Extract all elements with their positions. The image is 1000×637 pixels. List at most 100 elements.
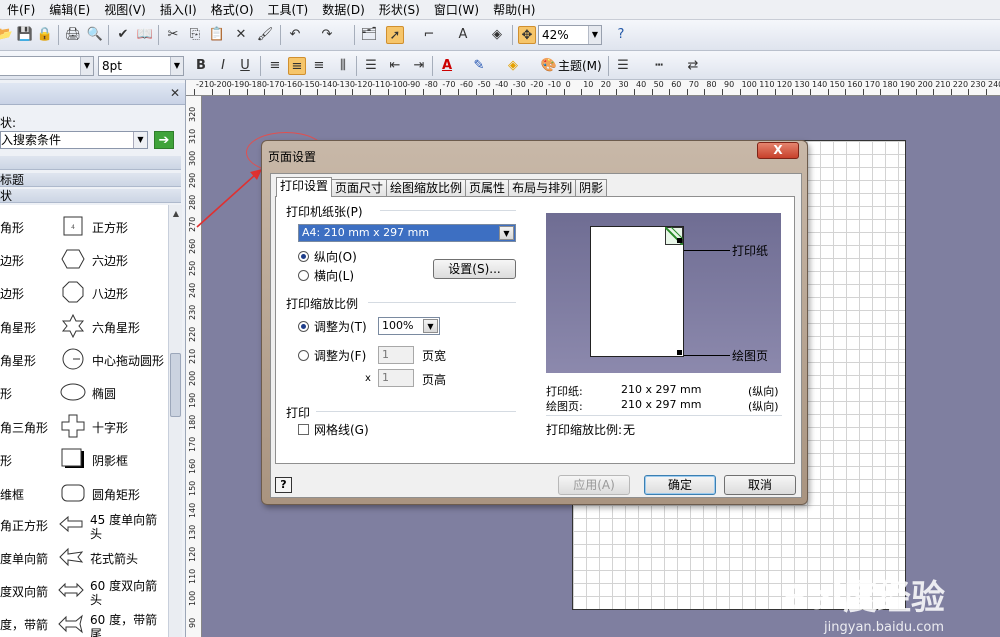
shape-right-label[interactable]: 60 度双向箭头 [90, 579, 160, 607]
fit-to-radio[interactable] [298, 350, 309, 361]
fit-height-input[interactable]: 1 [378, 369, 414, 387]
dialog-close-button[interactable]: X [757, 142, 799, 159]
fill-color-icon[interactable]: ◈ [504, 57, 522, 75]
single-arrow-icon[interactable] [58, 511, 84, 537]
cross-icon[interactable] [60, 413, 86, 439]
shapes-icon[interactable]: 🗂 [360, 26, 378, 44]
paste-icon[interactable]: 📋 [208, 26, 226, 44]
shapes-scrollbar[interactable]: ▲ [168, 205, 182, 637]
portrait-label[interactable]: 纵向(O) [314, 248, 357, 265]
print-icon[interactable]: 🖨 [64, 26, 82, 44]
shape-left-label[interactable]: 边形 [0, 254, 24, 268]
shape-left-label[interactable]: 形 [0, 454, 12, 468]
chevron-down-icon[interactable]: ▼ [133, 132, 147, 148]
center-drag-circle-icon[interactable] [60, 346, 86, 372]
line-ends-icon[interactable]: ⇄ [684, 57, 702, 75]
zoom-dropdown[interactable]: 42% ▼ [538, 25, 602, 45]
tab-print-setup[interactable]: 打印设置 [276, 177, 333, 197]
format-painter-icon[interactable]: 🖌 [256, 26, 274, 44]
increase-indent-icon[interactable]: ⇥ [410, 57, 428, 75]
cut-icon[interactable]: ✂ [164, 26, 182, 44]
tab-shadows[interactable]: 阴影 [575, 179, 608, 197]
stencil-title-bar[interactable]: 标题 [0, 173, 181, 187]
double-arrow-icon[interactable] [58, 577, 84, 603]
scroll-up-icon[interactable]: ▲ [169, 207, 183, 221]
open-icon[interactable]: 📂 [0, 26, 14, 44]
shape-right-label[interactable]: 十字形 [92, 421, 128, 435]
print-preview-icon[interactable]: 🔍 [86, 26, 104, 44]
text-tool-icon[interactable]: A [454, 26, 472, 44]
bullets-icon[interactable]: ☰ [362, 57, 380, 75]
landscape-radio[interactable] [298, 270, 309, 281]
shape-right-label[interactable]: 六边形 [92, 254, 128, 268]
tab-layout-routing[interactable]: 布局与排列 [508, 179, 577, 197]
menu-item[interactable]: 格式(O) [204, 0, 261, 20]
shape-left-label[interactable]: 度双向箭 [0, 585, 48, 599]
shadow-box-icon[interactable] [60, 446, 86, 472]
font-size-dropdown[interactable]: 8pt ▼ [98, 56, 184, 76]
font-dropdown[interactable]: ▼ [0, 56, 94, 76]
menu-item[interactable]: 工具(T) [261, 0, 316, 20]
shape-left-label[interactable]: 角三角形 [0, 421, 48, 435]
shape-left-label[interactable]: 维框 [0, 488, 24, 502]
permission-icon[interactable]: 🔒 [36, 26, 54, 44]
redo-icon[interactable]: ↷ [318, 26, 336, 44]
gridlines-checkbox[interactable] [298, 424, 309, 435]
tab-page-properties[interactable]: 页属性 [465, 179, 510, 197]
help-icon[interactable]: ? [612, 26, 630, 44]
adjust-to-radio[interactable] [298, 321, 309, 332]
tab-drawing-scale[interactable]: 绘图缩放比例 [386, 179, 467, 197]
shape-left-label[interactable]: 角星形 [0, 321, 36, 335]
decrease-indent-icon[interactable]: ⇤ [386, 57, 404, 75]
shape-right-label[interactable]: 45 度单向箭头 [90, 513, 160, 541]
portrait-radio[interactable] [298, 251, 309, 262]
delete-icon[interactable]: ✕ [232, 26, 250, 44]
menu-item[interactable]: 视图(V) [97, 0, 153, 20]
octagon-icon[interactable] [60, 279, 86, 305]
stamp-tool-icon[interactable]: ◈ [488, 26, 506, 44]
align-right-icon[interactable]: ≡ [310, 57, 328, 75]
shape-right-label[interactable]: 阴影框 [92, 454, 128, 468]
shape-left-label[interactable]: 角星形 [0, 354, 36, 368]
research-icon[interactable]: 📖 [136, 26, 154, 44]
shape-right-label[interactable]: 八边形 [92, 287, 128, 301]
shape-right-label[interactable]: 圆角矩形 [92, 488, 140, 502]
line-weight-icon[interactable]: ☰ [614, 57, 632, 75]
connector-tool-icon[interactable]: ⌐ [420, 26, 438, 44]
printer-setup-button[interactable]: 设置(S)... [433, 259, 516, 279]
shape-right-label[interactable]: 六角星形 [92, 321, 140, 335]
theme-button[interactable]: 主题(M) [558, 57, 602, 75]
tab-page-size[interactable]: 页面尺寸 [331, 179, 388, 197]
menu-item[interactable]: 件(F) [0, 0, 42, 20]
italic-icon[interactable]: I [214, 57, 232, 75]
menu-item[interactable]: 插入(I) [153, 0, 204, 20]
menu-item[interactable]: 形状(S) [372, 0, 427, 20]
underline-icon[interactable]: U [236, 57, 254, 75]
ellipse-icon[interactable] [60, 379, 86, 405]
adjust-to-label[interactable]: 调整为(T) [314, 318, 367, 335]
stencil-blank-bar[interactable] [0, 156, 181, 170]
menu-item[interactable]: 编辑(E) [42, 0, 97, 20]
line-pattern-icon[interactable]: ┅ [650, 57, 668, 75]
pan-zoom-icon[interactable]: ✥ [518, 26, 536, 44]
pointer-tool-icon[interactable]: ➚ [386, 26, 404, 44]
shape-right-label[interactable]: 椭圆 [92, 387, 116, 401]
line-color-icon[interactable]: ✎ [470, 57, 488, 75]
menu-item[interactable]: 数据(D) [315, 0, 372, 20]
gridlines-label[interactable]: 网格线(G) [314, 421, 369, 438]
align-center-icon[interactable]: ≡ [288, 57, 306, 75]
square-icon[interactable]: 4 [60, 213, 86, 239]
fit-to-label[interactable]: 调整为(F) [314, 347, 366, 364]
shape-right-label[interactable]: 正方形 [92, 221, 128, 235]
shape-left-label[interactable]: 度，带箭 [0, 618, 48, 632]
shape-right-label[interactable]: 中心拖动圆形 [92, 354, 164, 368]
shape-search-input[interactable]: 入搜索条件 [0, 131, 148, 149]
menu-item[interactable]: 窗口(W) [427, 0, 486, 20]
shape-right-label[interactable]: 花式箭头 [90, 552, 138, 566]
undo-icon[interactable]: ↶ [286, 26, 304, 44]
shape-right-label[interactable]: 60 度，带箭尾 [90, 613, 160, 637]
spelling-icon[interactable]: ✔ [114, 26, 132, 44]
shape-left-label[interactable]: 度单向箭 [0, 552, 48, 566]
landscape-label[interactable]: 横向(L) [314, 267, 354, 284]
fit-width-input[interactable]: 1 [378, 346, 414, 364]
